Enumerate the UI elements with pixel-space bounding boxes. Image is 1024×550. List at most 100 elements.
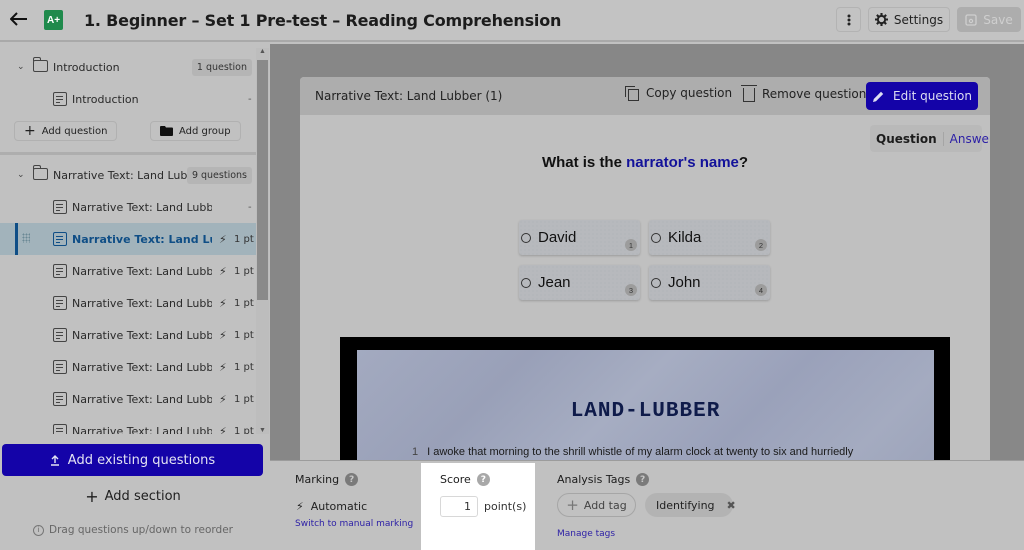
add-question-label: Add question	[41, 125, 108, 137]
question-item[interactable]: Introduction -	[0, 83, 256, 115]
tags-title: Analysis Tags	[557, 473, 631, 486]
edit-question-button[interactable]: Edit question	[866, 82, 978, 110]
radio-button[interactable]	[521, 278, 531, 288]
gear-icon	[874, 13, 888, 26]
question-item[interactable]: Narrative Text: Land Lubber -	[0, 191, 256, 223]
question-points: 1 pt	[234, 265, 254, 277]
question-label: Introduction	[72, 92, 139, 106]
question-item[interactable]: Narrative Text: Land Lubber... ⚡︎ 1 pt	[0, 415, 256, 434]
question-label: Narrative Text: Land Lubb...	[72, 232, 212, 246]
score-title: Score	[440, 473, 471, 486]
scroll-up-icon[interactable]: ▲	[259, 48, 266, 55]
lightning-icon: ⚡︎	[219, 264, 227, 278]
question-settings-panel: Marking ? ⚡︎ Automatic Switch to manual …	[270, 460, 1024, 550]
add-question-button[interactable]: + Add question	[14, 121, 118, 141]
question-tree: ⌄ Introduction 1 question Introduction -…	[0, 44, 256, 434]
add-section-button[interactable]: + Add section	[0, 484, 266, 508]
question-doc-icon	[53, 92, 67, 106]
drag-hint-text: Drag questions up/down to reorder	[49, 524, 233, 536]
sidebar-scrollbar[interactable]: ▲ ▼	[256, 48, 269, 434]
scrollbar-thumb[interactable]	[257, 60, 268, 300]
answer-option[interactable]: John 4	[649, 265, 770, 300]
top-bar: A+ 1. Beginner – Set 1 Pre-test – Readin…	[0, 0, 1024, 42]
add-tag-button[interactable]: + Add tag	[557, 493, 636, 517]
folder-icon	[33, 165, 48, 180]
question-title: Narrative Text: Land Lubber (1)	[315, 89, 503, 103]
tag-chip: Identifying ✖	[645, 493, 736, 517]
add-section-label: Add section	[104, 488, 181, 504]
radio-button[interactable]	[521, 233, 531, 243]
question-item[interactable]: Narrative Text: Land Lubber... ⚡︎ 1 pt	[0, 287, 256, 319]
question-doc-icon	[53, 264, 67, 278]
remove-tag-icon[interactable]: ✖	[727, 499, 736, 512]
prompt-text-before: What is the	[541, 154, 627, 171]
question-label: Narrative Text: Land Lubber	[72, 200, 212, 214]
question-doc-icon	[53, 360, 67, 374]
plus-icon: +	[85, 486, 99, 506]
question-card-header: Narrative Text: Land Lubber (1) Copy que…	[300, 77, 990, 115]
question-card: Narrative Text: Land Lubber (1) Copy que…	[300, 77, 990, 460]
add-existing-label: Add existing questions	[67, 452, 216, 468]
question-label: Narrative Text: Land Lubber...	[72, 360, 212, 374]
main-scrollbar[interactable]	[1010, 44, 1024, 460]
group-label: Introduction	[53, 60, 120, 74]
reading-passage: LAND-LUBBER 1 I awoke that morning to the…	[340, 337, 950, 460]
help-icon[interactable]: ?	[636, 473, 650, 486]
remove-question-button[interactable]: Remove question	[741, 85, 867, 102]
copy-question-button[interactable]: Copy question	[625, 86, 732, 101]
radio-button[interactable]	[651, 233, 661, 243]
group-introduction[interactable]: ⌄ Introduction 1 question	[0, 51, 256, 83]
question-item[interactable]: Narrative Text: Land Lubber... ⚡︎ 1 pt	[0, 319, 256, 351]
score-input[interactable]	[440, 496, 478, 517]
add-group-button[interactable]: Add group	[150, 121, 241, 141]
save-button[interactable]: Save	[957, 7, 1021, 32]
tab-question[interactable]: Question	[870, 131, 944, 146]
marking-mode: ⚡︎ Automatic	[296, 500, 367, 513]
help-icon[interactable]: ?	[476, 473, 490, 486]
marking-mode-label: Automatic	[310, 500, 368, 513]
settings-button[interactable]: Settings	[868, 7, 950, 32]
manage-tags-link[interactable]: Manage tags	[557, 529, 615, 539]
option-label: Jean	[538, 274, 571, 291]
remove-question-label: Remove question	[762, 87, 867, 101]
lightning-icon: ⚡︎	[219, 392, 227, 406]
plus-icon: +	[566, 496, 579, 514]
help-icon[interactable]: ?	[345, 473, 359, 486]
pencil-icon	[873, 91, 884, 102]
prompt-text-after: ?	[738, 154, 749, 171]
add-existing-questions-button[interactable]: Add existing questions	[2, 444, 263, 476]
question-points: 1 pt	[234, 361, 254, 373]
question-item-active[interactable]: Narrative Text: Land Lubb... ⚡︎ 1 pt	[0, 223, 256, 255]
question-points: -	[248, 93, 252, 105]
lightning-icon: ⚡︎	[219, 328, 227, 342]
chevron-down-icon[interactable]: ⌄	[17, 62, 25, 72]
question-doc-icon	[53, 296, 67, 310]
answer-option[interactable]: David 1	[519, 220, 640, 255]
chevron-down-icon[interactable]: ⌄	[17, 170, 25, 180]
more-options-button[interactable]	[836, 7, 861, 32]
scroll-down-icon[interactable]: ▼	[259, 427, 266, 434]
radio-button[interactable]	[651, 278, 661, 288]
question-points: 1 pt	[234, 297, 254, 309]
tab-answer[interactable]: Answer	[944, 132, 990, 146]
question-prompt: What is the narrator's name?	[300, 154, 990, 171]
add-tag-label: Add tag	[583, 498, 627, 512]
page-title: 1. Beginner – Set 1 Pre-test – Reading C…	[84, 11, 562, 30]
question-item[interactable]: Narrative Text: Land Lubber... ⚡︎ 1 pt	[0, 351, 256, 383]
answer-option[interactable]: Jean 3	[519, 265, 640, 300]
option-number-badge: 1	[625, 239, 637, 251]
drag-handle-icon[interactable]	[22, 233, 30, 243]
back-button[interactable]	[8, 8, 30, 30]
question-item[interactable]: Narrative Text: Land Lubber... ⚡︎ 1 pt	[0, 383, 256, 415]
question-item[interactable]: Narrative Text: Land Lubber... ⚡︎ 1 pt	[0, 255, 256, 287]
passage-line: 1 I awoke that morning to the shrill whis…	[412, 446, 853, 458]
answer-option[interactable]: Kilda 2	[649, 220, 770, 255]
score-section: Score ? point(s)	[421, 463, 535, 550]
group-narrative-land-lubber[interactable]: ⌄ Narrative Text: Land Lubber 9 question…	[0, 159, 256, 191]
switch-manual-marking-link[interactable]: Switch to manual marking	[295, 519, 413, 529]
option-label: Kilda	[668, 229, 702, 246]
question-label: Narrative Text: Land Lubber...	[72, 264, 212, 278]
question-count-badge: 1 question	[191, 58, 252, 76]
option-label: David	[538, 229, 577, 246]
question-points: -	[248, 201, 252, 213]
